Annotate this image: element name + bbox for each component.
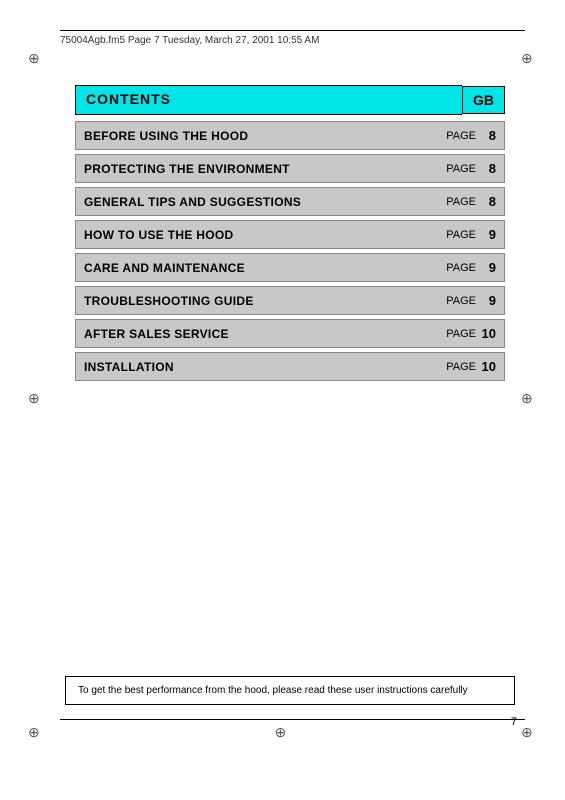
toc-page-num-2: 8 <box>478 194 496 209</box>
toc-table: BEFORE USING THE HOODPAGE 8PROTECTING TH… <box>75 121 505 381</box>
page: 75004Agb.fm5 Page 7 Tuesday, March 27, 2… <box>0 0 565 800</box>
reg-mark-top-right <box>521 50 537 66</box>
toc-page-label-5: PAGE <box>446 295 476 307</box>
footer-line <box>60 719 525 720</box>
toc-page-num-3: 9 <box>478 227 496 242</box>
toc-row: INSTALLATIONPAGE 10 <box>75 352 505 381</box>
header-bar: 75004Agb.fm5 Page 7 Tuesday, March 27, 2… <box>60 30 525 46</box>
toc-page-num-1: 8 <box>478 161 496 176</box>
toc-page-label-1: PAGE <box>446 163 476 175</box>
toc-row: PROTECTING THE ENVIRONMENTPAGE 8 <box>75 154 505 183</box>
page-number: 7 <box>511 716 517 728</box>
toc-row: BEFORE USING THE HOODPAGE 8 <box>75 121 505 150</box>
toc-page-num-7: 10 <box>478 359 496 374</box>
reg-mark-bottom-mid <box>275 724 291 740</box>
toc-page-label-7: PAGE <box>446 361 476 373</box>
toc-page-label-6: PAGE <box>446 328 476 340</box>
contents-header: CONTENTS GB <box>75 85 505 115</box>
contents-title: CONTENTS <box>86 91 171 107</box>
header-filename: 75004Agb.fm5 Page 7 Tuesday, March 27, 2… <box>60 35 319 46</box>
contents-gb-label: GB <box>473 92 494 108</box>
content-area: CONTENTS GB BEFORE USING THE HOODPAGE 8P… <box>75 85 505 385</box>
reg-mark-mid-right <box>521 390 537 406</box>
toc-row-title-0: BEFORE USING THE HOOD <box>84 129 446 143</box>
toc-row-title-3: HOW TO USE THE HOOD <box>84 228 446 242</box>
reg-mark-top-left <box>28 50 44 66</box>
toc-row: AFTER SALES SERVICEPAGE 10 <box>75 319 505 348</box>
toc-row-title-1: PROTECTING THE ENVIRONMENT <box>84 162 446 176</box>
contents-gb-box: GB <box>462 86 505 114</box>
toc-row: GENERAL TIPS AND SUGGESTIONSPAGE 8 <box>75 187 505 216</box>
toc-page-num-5: 9 <box>478 293 496 308</box>
toc-row: TROUBLESHOOTING GUIDEPAGE 9 <box>75 286 505 315</box>
toc-page-label-2: PAGE <box>446 196 476 208</box>
reg-mark-bottom-left <box>28 724 44 740</box>
reg-mark-bottom-right <box>521 724 537 740</box>
toc-row-title-4: CARE AND MAINTENANCE <box>84 261 446 275</box>
toc-row-title-6: AFTER SALES SERVICE <box>84 327 446 341</box>
toc-page-label-3: PAGE <box>446 229 476 241</box>
contents-title-box: CONTENTS <box>75 85 462 115</box>
bottom-note-text: To get the best performance from the hoo… <box>78 685 468 696</box>
toc-page-num-4: 9 <box>478 260 496 275</box>
toc-row-title-5: TROUBLESHOOTING GUIDE <box>84 294 446 308</box>
toc-row: HOW TO USE THE HOODPAGE 9 <box>75 220 505 249</box>
bottom-note: To get the best performance from the hoo… <box>65 676 515 705</box>
reg-mark-mid-left <box>28 390 44 406</box>
toc-page-num-0: 8 <box>478 128 496 143</box>
toc-page-label-0: PAGE <box>446 130 476 142</box>
toc-page-num-6: 10 <box>478 326 496 341</box>
toc-row-title-7: INSTALLATION <box>84 360 446 374</box>
toc-page-label-4: PAGE <box>446 262 476 274</box>
toc-row-title-2: GENERAL TIPS AND SUGGESTIONS <box>84 195 446 209</box>
toc-row: CARE AND MAINTENANCEPAGE 9 <box>75 253 505 282</box>
